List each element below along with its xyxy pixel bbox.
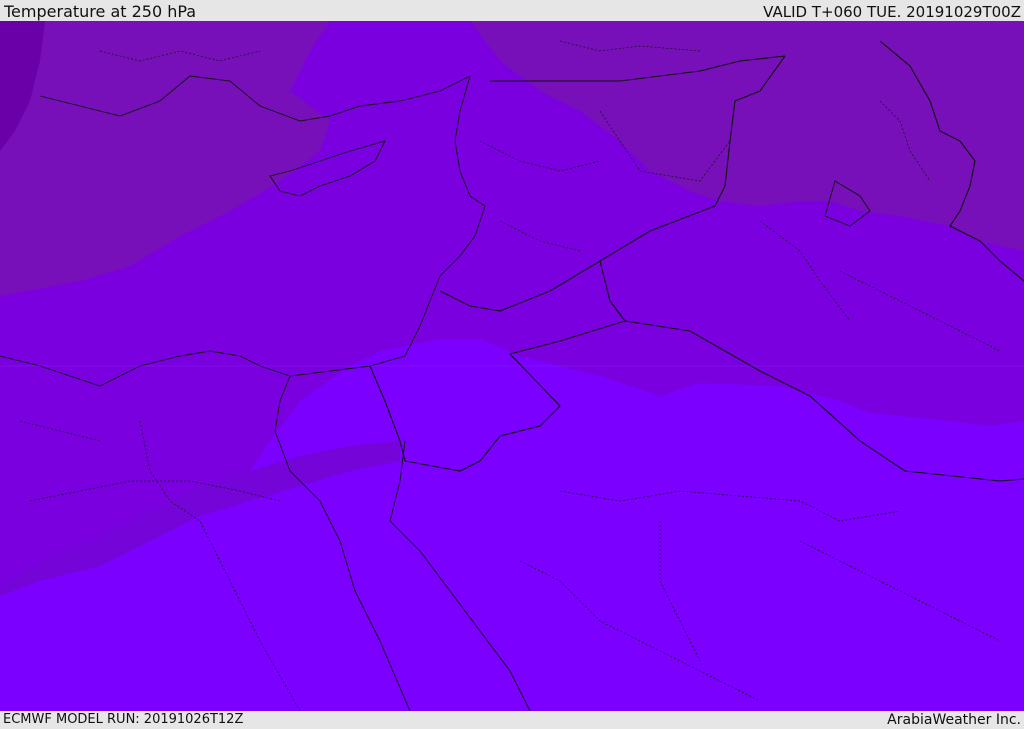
valid-time: VALID T+060 TUE. 20191029T00Z xyxy=(763,3,1021,21)
temperature-map[interactable] xyxy=(0,21,1024,711)
header-bar: Temperature at 250 hPa VALID T+060 TUE. … xyxy=(0,0,1024,21)
credit-label: ArabiaWeather Inc. xyxy=(887,712,1021,728)
map-title: Temperature at 250 hPa xyxy=(4,2,197,21)
model-run-label: ECMWF MODEL RUN: 20191026T12Z xyxy=(3,712,244,727)
map-canvas xyxy=(0,21,1024,711)
footer-bar: ECMWF MODEL RUN: 20191026T12Z ArabiaWeat… xyxy=(0,711,1024,729)
